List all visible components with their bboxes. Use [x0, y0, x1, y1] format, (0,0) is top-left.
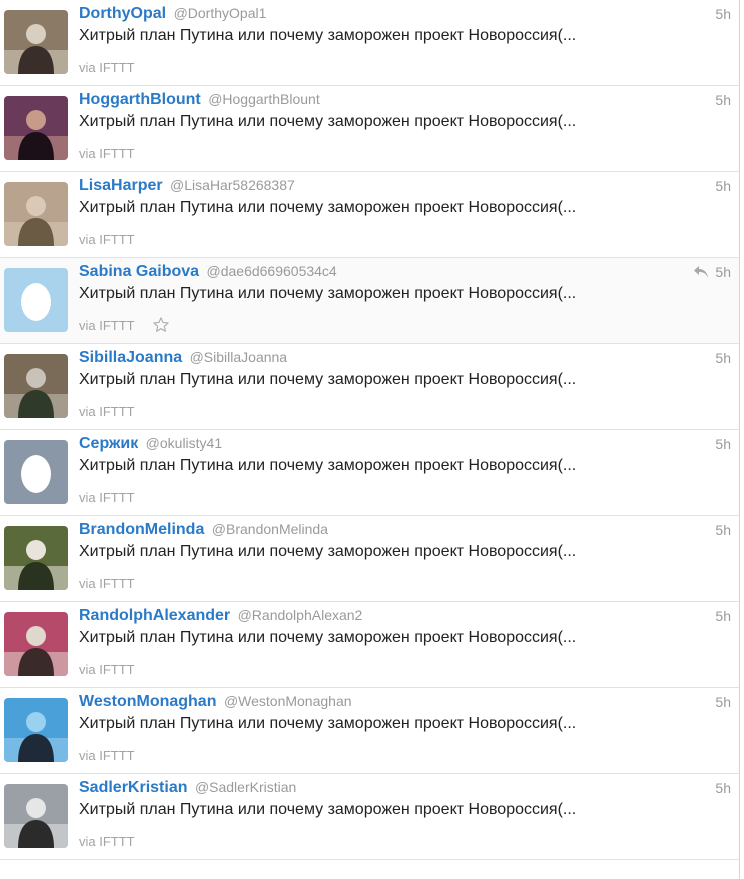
tweet-item[interactable]: DorthyOpal @DorthyOpal1 5h Хитрый план П…	[0, 0, 739, 86]
tweet-source: via IFTTT	[79, 60, 135, 75]
timestamp[interactable]: 5h	[715, 522, 731, 538]
tweet-timeline: DorthyOpal @DorthyOpal1 5h Хитрый план П…	[0, 0, 740, 879]
avatar[interactable]	[4, 96, 68, 160]
tweet-header: LisaHarper @LisaHar58268387	[79, 177, 699, 195]
tweet-source: via IFTTT	[79, 490, 135, 505]
username: @HoggarthBlount	[208, 91, 320, 107]
tweet-source: via IFTTT	[79, 834, 135, 849]
tweet-header: RandolphAlexander @RandolphAlexan2	[79, 607, 699, 625]
display-name[interactable]: RandolphAlexander	[79, 607, 230, 624]
tweet-text: Хитрый план Путина или почему заморожен …	[79, 285, 577, 302]
avatar[interactable]	[4, 182, 68, 246]
username: @SibillaJoanna	[189, 349, 288, 365]
tweet-header: Сержик @okulisty41	[79, 435, 699, 453]
username: @okulisty41	[145, 435, 223, 451]
default-egg-avatar[interactable]	[4, 440, 68, 504]
tweet-source: via IFTTT	[79, 318, 135, 333]
avatar[interactable]	[4, 354, 68, 418]
display-name[interactable]: BrandonMelinda	[79, 521, 204, 538]
username: @BrandonMelinda	[211, 521, 328, 537]
tweet-item[interactable]: RandolphAlexander @RandolphAlexan2 5h Хи…	[0, 602, 739, 688]
timestamp[interactable]: 5h	[715, 780, 731, 796]
tweet-header: BrandonMelinda @BrandonMelinda	[79, 521, 699, 539]
tweet-source: via IFTTT	[79, 146, 135, 161]
avatar[interactable]	[4, 526, 68, 590]
tweet-item[interactable]: SadlerKristian @SadlerKristian 5h Хитрый…	[0, 774, 739, 860]
tweet-item[interactable]: BrandonMelinda @BrandonMelinda 5h Хитрый…	[0, 516, 739, 602]
tweet-header: Sabina Gaibova @dae6d66960534c4	[79, 263, 699, 281]
tweet-item[interactable]: WestonMonaghan @WestonMonaghan 5h Хитрый…	[0, 688, 739, 774]
tweet-header: SibillaJoanna @SibillaJoanna	[79, 349, 699, 367]
tweet-source: via IFTTT	[79, 748, 135, 763]
tweet-source: via IFTTT	[79, 232, 135, 247]
display-name[interactable]: WestonMonaghan	[79, 693, 216, 710]
display-name[interactable]: LisaHarper	[79, 177, 163, 194]
timestamp[interactable]: 5h	[715, 264, 731, 280]
timestamp[interactable]: 5h	[715, 436, 731, 452]
tweet-source: via IFTTT	[79, 662, 135, 677]
username: @DorthyOpal1	[173, 5, 267, 21]
tweet-text: Хитрый план Путина или почему заморожен …	[79, 371, 577, 388]
avatar[interactable]	[4, 784, 68, 848]
default-egg-avatar[interactable]	[4, 268, 68, 332]
username: @LisaHar58268387	[170, 177, 295, 193]
tweet-text: Хитрый план Путина или почему заморожен …	[79, 199, 577, 216]
display-name[interactable]: HoggarthBlount	[79, 91, 201, 108]
display-name[interactable]: SadlerKristian	[79, 779, 187, 796]
tweet-item[interactable]: SibillaJoanna @SibillaJoanna 5h Хитрый п…	[0, 344, 739, 430]
username: @dae6d66960534c4	[206, 263, 337, 279]
tweet-item[interactable]: Sabina Gaibova @dae6d66960534c4 5h Хитры…	[0, 258, 739, 344]
username: @WestonMonaghan	[223, 693, 352, 709]
display-name[interactable]: SibillaJoanna	[79, 349, 182, 366]
tweet-source: via IFTTT	[79, 576, 135, 591]
display-name[interactable]: Сержик	[79, 435, 138, 452]
avatar[interactable]	[4, 10, 68, 74]
timestamp[interactable]: 5h	[715, 178, 731, 194]
tweet-header: HoggarthBlount @HoggarthBlount	[79, 91, 699, 109]
tweet-item[interactable]: HoggarthBlount @HoggarthBlount 5h Хитрый…	[0, 86, 739, 172]
display-name[interactable]: Sabina Gaibova	[79, 263, 199, 280]
avatar[interactable]	[4, 612, 68, 676]
tweet-text: Хитрый план Путина или почему заморожен …	[79, 457, 577, 474]
favorite-star-icon[interactable]	[152, 316, 170, 334]
username: @SadlerKristian	[194, 779, 297, 795]
tweet-text: Хитрый план Путина или почему заморожен …	[79, 715, 577, 732]
tweet-header: DorthyOpal @DorthyOpal1	[79, 5, 699, 23]
tweet-item[interactable]: Сержик @okulisty41 5h Хитрый план Путина…	[0, 430, 739, 516]
tweet-text: Хитрый план Путина или почему заморожен …	[79, 113, 577, 130]
display-name[interactable]: DorthyOpal	[79, 5, 166, 22]
tweet-header: WestonMonaghan @WestonMonaghan	[79, 693, 699, 711]
tweet-text: Хитрый план Путина или почему заморожен …	[79, 543, 577, 560]
tweet-text: Хитрый план Путина или почему заморожен …	[79, 629, 577, 646]
tweet-text: Хитрый план Путина или почему заморожен …	[79, 27, 577, 44]
timestamp[interactable]: 5h	[715, 608, 731, 624]
username: @RandolphAlexan2	[237, 607, 363, 623]
tweet-source: via IFTTT	[79, 404, 135, 419]
tweet-header: SadlerKristian @SadlerKristian	[79, 779, 699, 797]
timestamp[interactable]: 5h	[715, 6, 731, 22]
timestamp[interactable]: 5h	[715, 92, 731, 108]
tweet-item[interactable]: LisaHarper @LisaHar58268387 5h Хитрый пл…	[0, 172, 739, 258]
avatar[interactable]	[4, 698, 68, 762]
tweet-text: Хитрый план Путина или почему заморожен …	[79, 801, 577, 818]
reply-icon[interactable]	[693, 265, 709, 279]
timestamp[interactable]: 5h	[715, 694, 731, 710]
timestamp[interactable]: 5h	[715, 350, 731, 366]
